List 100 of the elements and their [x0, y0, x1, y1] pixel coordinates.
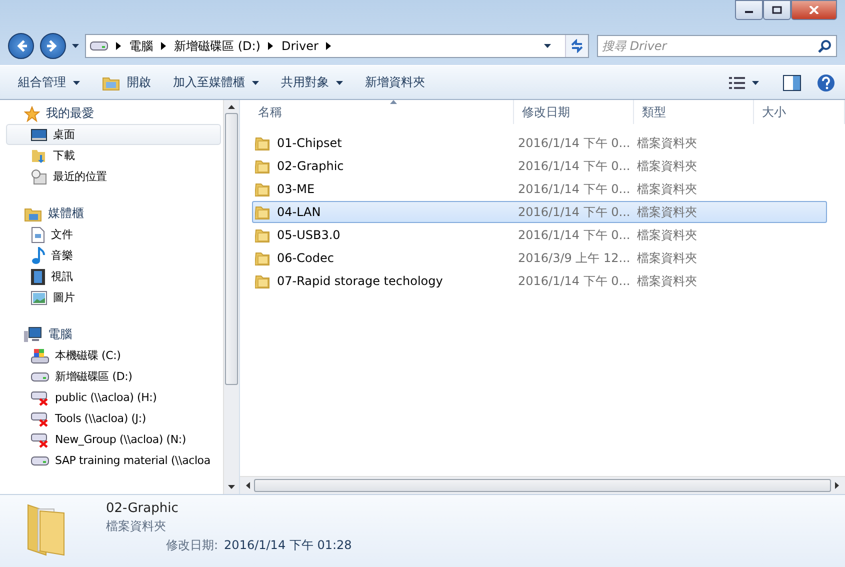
nav-group-header[interactable]: 電腦 [6, 324, 221, 345]
maximize-button[interactable] [763, 0, 791, 20]
modified-date: 2016/3/9 上午 12... [517, 250, 632, 266]
forward-button[interactable] [40, 33, 66, 59]
nav-item[interactable]: 下載 [6, 145, 221, 166]
modified-date: 2016/1/14 下午 0... [517, 158, 632, 174]
modified-date: 2016/1/14 下午 0... [517, 226, 632, 244]
film-icon [31, 268, 45, 284]
folder-icon [255, 250, 271, 266]
breadcrumb[interactable]: Driver [281, 39, 318, 53]
star-icon [24, 106, 40, 122]
file-row[interactable]: 07-Rapid storage techology 2016/1/14 下午 0... 檔案資料夾 [252, 270, 827, 292]
view-list-icon [729, 76, 745, 88]
chevron-icon [161, 42, 166, 50]
modified-date: 2016/1/14 下午 0... [517, 204, 632, 220]
document-icon [31, 226, 45, 242]
file-type: 檔案資料夾 [637, 204, 698, 220]
system-drive-icon [31, 348, 49, 364]
file-row[interactable]: 02-Graphic 2016/1/14 下午 0... 檔案資料夾 [252, 155, 827, 177]
column-header[interactable]: 修改日期 [514, 100, 634, 124]
monitor-icon [31, 128, 47, 142]
close-icon [809, 6, 819, 14]
nav-group-header[interactable]: 媒體櫃 [6, 203, 221, 224]
file-name: 04-LAN [277, 205, 321, 219]
toolbar-button[interactable]: 組合管理 [10, 70, 88, 95]
column-header[interactable]: 類型 [634, 100, 754, 124]
folder-open-icon [102, 74, 120, 90]
file-type: 檔案資料夾 [637, 226, 698, 244]
preview-pane-icon[interactable] [783, 74, 801, 90]
help-icon[interactable] [817, 74, 835, 92]
disconnected-drive-icon [31, 390, 49, 406]
file-name: 02-Graphic [277, 159, 344, 173]
vertical-scrollbar[interactable] [223, 100, 239, 494]
disconnected-drive-icon [31, 432, 49, 448]
file-type: 檔案資料夾 [637, 180, 698, 198]
drive-icon [31, 456, 49, 466]
file-row[interactable]: 04-LAN 2016/1/14 下午 0... 檔案資料夾 [252, 201, 827, 223]
file-row[interactable]: 03-ME 2016/1/14 下午 0... 檔案資料夾 [252, 178, 827, 200]
minimize-button[interactable] [735, 0, 763, 20]
chevron-icon [268, 42, 274, 50]
date-label: 修改日期: [166, 537, 218, 554]
file-type: 檔案資料夾 [637, 134, 698, 152]
toolbar-button[interactable]: 開啟 [94, 70, 159, 95]
column-header[interactable]: 名稱 [250, 100, 514, 124]
file-type: 檔案資料夾 [637, 250, 698, 266]
file-name: 03-ME [277, 182, 315, 196]
breadcrumb[interactable]: 新增磁碟區 (D:) [174, 38, 260, 54]
library-folder-icon [24, 206, 42, 222]
scroll-thumb[interactable] [225, 113, 238, 385]
caret-icon [752, 80, 759, 84]
scroll-thumb[interactable] [254, 479, 831, 492]
file-row[interactable]: 05-USB3.0 2016/1/14 下午 0... 檔案資料夾 [252, 224, 827, 246]
folder-icon [255, 273, 271, 289]
picture-icon [31, 290, 47, 304]
nav-item[interactable]: Tools (\\acloa) (J:) [6, 408, 221, 429]
search-field[interactable]: 搜尋 Driver [597, 35, 837, 57]
scroll-left-icon [246, 482, 250, 489]
address-bar[interactable]: 電腦 新增磁碟區 (D:) Driver [85, 34, 589, 58]
back-button[interactable] [8, 33, 34, 59]
toolbar-button[interactable]: 加入至媒體櫃 [165, 70, 267, 95]
file-row[interactable]: 06-Codec 2016/3/9 上午 12... 檔案資料夾 [252, 247, 827, 269]
breadcrumb[interactable]: 電腦 [129, 38, 153, 54]
chevron-icon [116, 42, 121, 50]
computer-icon [24, 326, 42, 342]
date-value: 2016/1/14 下午 01:28 [224, 537, 352, 554]
refresh-button[interactable] [565, 35, 588, 57]
nav-item[interactable]: public (\\acloa) (H:) [6, 387, 221, 408]
file-name: 06-Codec [277, 251, 334, 265]
column-header[interactable]: 大小 [754, 100, 845, 124]
refresh-arrows-icon [570, 39, 584, 53]
nav-item[interactable]: 圖片 [6, 287, 221, 308]
selected-file-type: 檔案資料夾 [106, 518, 167, 535]
history-caret-icon[interactable] [72, 44, 79, 48]
file-type: 檔案資料夾 [637, 158, 698, 174]
toolbar-button[interactable]: 共用對象 [273, 70, 351, 95]
nav-item[interactable]: 桌面 [6, 124, 221, 145]
close-button[interactable] [791, 0, 837, 20]
address-dropdown-icon[interactable] [544, 44, 551, 48]
scroll-down-icon [228, 485, 235, 489]
folder-icon [255, 135, 271, 151]
file-name: 07-Rapid storage techology [277, 274, 443, 288]
file-row[interactable]: 01-Chipset 2016/1/14 下午 0... 檔案資料夾 [252, 132, 827, 154]
nav-item[interactable]: 本機磁碟 (C:) [6, 345, 221, 366]
nav-item[interactable]: 音樂 [6, 245, 221, 266]
nav-item[interactable]: 新增磁碟區 (D:) [6, 366, 221, 387]
nav-item[interactable]: 文件 [6, 224, 221, 245]
nav-item[interactable]: SAP training material (\\acloa [6, 450, 221, 471]
nav-group-header[interactable]: 我的最愛 [6, 103, 221, 124]
nav-item[interactable]: New_Group (\\acloa) (N:) [6, 429, 221, 450]
folder-icon [255, 181, 271, 197]
folder-icon [255, 158, 271, 174]
chevron-icon [326, 42, 332, 50]
toolbar-button[interactable]: 新增資料夾 [357, 70, 433, 95]
horizontal-scrollbar[interactable] [240, 476, 845, 494]
nav-item[interactable]: 視訊 [6, 266, 221, 287]
nav-item[interactable]: 最近的位置 [6, 166, 221, 187]
maximize-icon [772, 6, 782, 14]
drive-icon [90, 41, 108, 51]
selected-file-name: 02-Graphic [106, 501, 180, 516]
file-type: 檔案資料夾 [637, 272, 698, 290]
